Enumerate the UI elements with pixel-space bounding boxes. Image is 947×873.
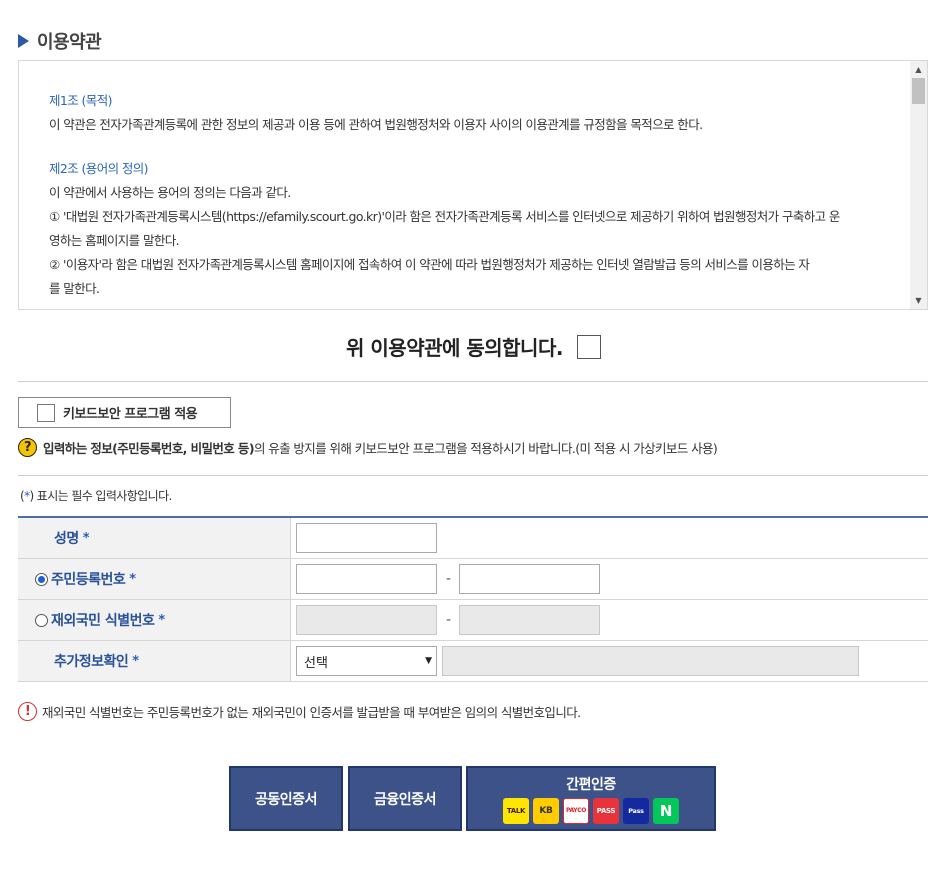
scroll-down-icon[interactable]: ▼ — [910, 292, 927, 309]
identity-form: 성명 * 주민등록번호 * - 재외국민 식별번호 * - 추가정보확인 * 선… — [18, 516, 928, 682]
name-label: 성명 * — [18, 518, 291, 558]
section-title: 이용약관 — [37, 32, 102, 53]
required-star-icon: * — [82, 530, 90, 546]
article-2-line-5: 를 말한다. — [49, 281, 100, 296]
notice-bold: 입력하는 정보(주민등록번호, 비밀번호 등) — [43, 441, 255, 456]
rrn-label: 주민등록번호 * — [18, 559, 291, 599]
kakao-talk-icon: TALK — [503, 798, 529, 824]
simple-auth-button[interactable]: 간편인증 TALK KB PAYCO PASS Pass N — [466, 766, 716, 831]
required-star-icon: * — [129, 571, 136, 587]
required-note: (*) 표시는 필수 입력사항입니다. — [20, 489, 172, 503]
keyboard-security-label: 키보드보안 프로그램 적용 — [63, 407, 198, 422]
foreign-back-input — [459, 605, 601, 635]
scroll-thumb[interactable] — [912, 78, 925, 104]
financial-certificate-button[interactable]: 금융인증서 — [348, 766, 462, 831]
terms-scrollbar[interactable]: ▲ ▼ — [910, 61, 927, 309]
simple-auth-logos: TALK KB PAYCO PASS Pass N — [503, 798, 679, 824]
agree-label: 위 이용약관에 동의합니다. — [346, 336, 563, 360]
rrn-back-input[interactable] — [459, 564, 601, 594]
divider — [18, 381, 928, 382]
article-1-line-1: 이 약관은 전자가족관계등록에 관한 정보의 제공과 이용 등에 관하여 법원행… — [49, 117, 703, 132]
agree-checkbox[interactable] — [576, 334, 601, 359]
section-header: 이용약관 — [18, 28, 102, 54]
article-2-title: 제2조 (용어의 정의) — [49, 161, 149, 176]
foreign-id-warning: ! 재외국민 식별번호는 주민등록번호가 없는 재외국민이 인증서를 발급받을 … — [18, 702, 581, 721]
form-row-name: 성명 * — [18, 518, 928, 559]
extra-select[interactable]: 선택 ▼ — [296, 646, 437, 676]
scroll-up-icon[interactable]: ▲ — [910, 61, 927, 78]
form-row-extra: 추가정보확인 * 선택 ▼ — [18, 641, 928, 682]
required-star-icon: * — [132, 653, 139, 669]
pass-icon: PASS — [593, 798, 619, 824]
triangle-marker-icon — [18, 34, 29, 48]
keyboard-security-button[interactable]: 키보드보안 프로그램 적용 — [18, 397, 231, 428]
dash: - — [446, 571, 452, 587]
form-row-rrn: 주민등록번호 * - — [18, 559, 928, 600]
rrn-front-input[interactable] — [296, 564, 437, 594]
extra-label: 추가정보확인 * — [18, 641, 291, 681]
article-1-title: 제1조 (목적) — [49, 93, 112, 108]
question-icon: ? — [18, 438, 37, 457]
naver-icon: N — [653, 798, 679, 824]
keyboard-security-checkbox[interactable] — [37, 403, 55, 422]
dash: - — [446, 612, 452, 628]
agree-row: 위 이용약관에 동의합니다. — [0, 332, 947, 361]
payco-icon: PAYCO — [563, 798, 589, 824]
warning-text: 재외국민 식별번호는 주민등록번호가 없는 재외국민이 인증서를 발급받을 때 … — [42, 705, 581, 720]
foreign-front-input — [296, 605, 437, 635]
form-row-foreign: 재외국민 식별번호 * - — [18, 600, 928, 641]
public-certificate-button[interactable]: 공동인증서 — [229, 766, 343, 831]
rrn-radio[interactable] — [35, 572, 48, 586]
terms-box[interactable]: 제1조 (목적) 이 약관은 전자가족관계등록에 관한 정보의 제공과 이용 등… — [18, 60, 928, 310]
article-2-line-1: 이 약관에서 사용하는 용어의 정의는 다음과 같다. — [49, 185, 291, 200]
notice-rest: 의 유출 방지를 위해 키보드보안 프로그램을 적용하시기 바랍니다.(미 적용… — [253, 441, 718, 456]
exclamation-icon: ! — [18, 702, 37, 721]
terms-content: 제1조 (목적) 이 약관은 전자가족관계등록에 관한 정보의 제공과 이용 등… — [49, 89, 901, 301]
keyboard-notice: ? 입력하는 정보(주민등록번호, 비밀번호 등) 의 유출 방지를 위해 키보… — [18, 438, 718, 457]
kb-icon: KB — [533, 798, 559, 824]
divider — [18, 475, 928, 476]
article-2-line-4: ② '이용자'라 함은 대법원 전자가족관계등록시스템 홈페이지에 접속하여 이… — [49, 257, 810, 272]
name-input[interactable] — [296, 523, 437, 553]
simple-auth-label: 간편인증 — [566, 777, 616, 793]
article-2-line-3: 영하는 홈페이지를 말한다. — [49, 233, 180, 248]
chevron-down-icon: ▼ — [425, 656, 432, 666]
extra-info-input — [442, 646, 859, 676]
samsung-pass-icon: Pass — [623, 798, 649, 824]
article-2-line-2: ① '대법원 전자가족관계등록시스템(https://efamily.scour… — [49, 209, 840, 224]
required-star-icon: * — [158, 612, 165, 628]
foreign-radio[interactable] — [35, 613, 48, 627]
foreign-label: 재외국민 식별번호 * — [18, 600, 291, 640]
